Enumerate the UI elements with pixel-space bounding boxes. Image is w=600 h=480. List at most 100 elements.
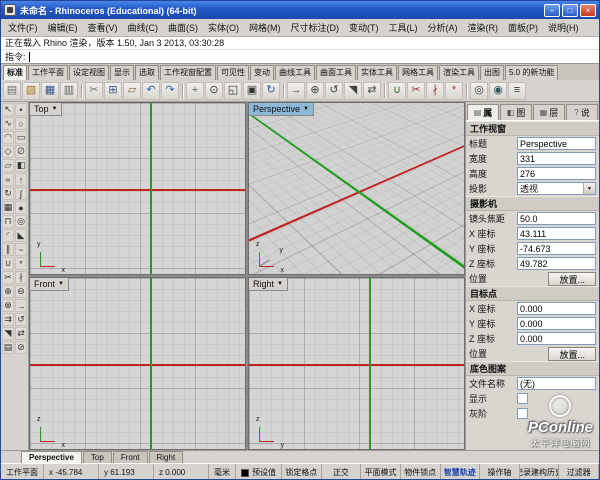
pane-ortho[interactable]: 正交 — [322, 464, 362, 479]
hide-tool-icon[interactable]: ⊘ — [15, 341, 27, 354]
maximize-button[interactable]: □ — [562, 3, 578, 17]
wallpaper-show-checkbox[interactable] — [517, 393, 528, 404]
split-tool-icon[interactable]: ∤ — [15, 271, 27, 284]
surface-tool-icon[interactable]: ▱ — [2, 159, 14, 172]
camera-y-input[interactable] — [517, 242, 596, 255]
extrude-tool-icon[interactable]: ↑ — [15, 173, 27, 186]
close-button[interactable]: × — [580, 3, 596, 17]
save-file-icon[interactable]: ▦ — [41, 81, 59, 100]
toolbar-icon[interactable] — [382, 82, 387, 100]
point-tool-icon[interactable]: • — [15, 103, 27, 116]
trim-tool-icon[interactable]: ✂ — [2, 271, 14, 284]
explode-tool-icon[interactable]: * — [15, 257, 27, 270]
target-place-button[interactable]: 放置... — [548, 346, 596, 361]
viewport-tab[interactable]: Top — [82, 451, 112, 463]
open-file-icon[interactable]: ▧ — [22, 81, 40, 100]
toolbar-tab[interactable]: 变动 — [250, 65, 274, 80]
toolbar-icon[interactable] — [464, 82, 469, 100]
menu-item[interactable]: 曲线(C) — [123, 19, 164, 36]
split-icon[interactable]: ∤ — [426, 81, 444, 100]
command-line[interactable]: 指令: — [1, 50, 599, 64]
viewport-height-input[interactable] — [517, 167, 596, 180]
rotate-icon[interactable]: ↺ — [325, 81, 343, 100]
render-icon[interactable]: ◉ — [489, 81, 507, 100]
object-snap-icon[interactable]: ◎ — [470, 81, 488, 100]
blend-tool-icon[interactable]: ~ — [15, 243, 27, 256]
viewport-top-title[interactable]: Top ▼ — [30, 103, 63, 116]
explode-icon[interactable]: * — [445, 81, 463, 100]
menu-item[interactable]: 尺寸标注(D) — [286, 19, 345, 36]
paste-icon[interactable]: ▱ — [123, 81, 141, 100]
boolean-difference-tool-icon[interactable]: ⊖ — [15, 285, 27, 298]
projection-select[interactable]: 透视 ▼ — [517, 182, 596, 195]
scale-tool-icon[interactable]: ◥ — [2, 327, 14, 340]
target-z-input[interactable] — [517, 332, 596, 345]
box-tool-icon[interactable]: ▦ — [2, 201, 14, 214]
print-icon[interactable]: ▥ — [60, 81, 78, 100]
toolbar-tab[interactable]: 设定视图 — [69, 65, 109, 80]
boolean-union-tool-icon[interactable]: ⊕ — [2, 285, 14, 298]
trim-icon[interactable]: ✂ — [407, 81, 425, 100]
move-icon[interactable]: → — [287, 81, 305, 100]
viewport-perspective-title[interactable]: Perspective ▼ — [249, 103, 314, 116]
menu-item[interactable]: 网格(M) — [244, 19, 286, 36]
scale-icon[interactable]: ◥ — [344, 81, 362, 100]
join-icon[interactable]: ∪ — [388, 81, 406, 100]
toolbar-tab[interactable]: 可见性 — [217, 65, 249, 80]
cplane-selector[interactable]: 工作平面 — [1, 464, 44, 479]
toolbar-tab[interactable]: 曲线工具 — [275, 65, 315, 80]
pane-history[interactable]: 记录建构历史 — [520, 464, 560, 479]
toolbar-tab[interactable]: 出图 — [480, 65, 504, 80]
toolbar-tab[interactable]: 渲染工具 — [439, 65, 479, 80]
circle-tool-icon[interactable]: ○ — [15, 117, 27, 130]
properties-icon[interactable]: ≡ — [508, 81, 526, 100]
toolbar-icon[interactable] — [79, 82, 84, 100]
toolbar-icon[interactable] — [180, 82, 185, 100]
minimize-button[interactable]: – — [544, 3, 560, 17]
menu-item[interactable]: 说明(H) — [543, 19, 584, 36]
polygon-tool-icon[interactable]: ◇ — [2, 145, 14, 158]
copy-tool-icon[interactable]: ⇉ — [2, 313, 14, 326]
toolbar-tab[interactable]: 工作视窗配置 — [160, 65, 216, 80]
curve-tool-icon[interactable]: ∿ — [2, 117, 14, 130]
viewport-front-title[interactable]: Front ▼ — [30, 278, 69, 291]
select-tool-icon[interactable]: ↖ — [2, 103, 14, 116]
viewport-tab[interactable]: Front — [112, 451, 148, 463]
zoom-extents-icon[interactable]: ▣ — [243, 81, 261, 100]
cylinder-tool-icon[interactable]: ⊓ — [2, 215, 14, 228]
toolbar-tab[interactable]: 显示 — [110, 65, 134, 80]
menu-item[interactable]: 工具(L) — [384, 19, 423, 36]
mirror-icon[interactable]: ⇄ — [363, 81, 381, 100]
toolbar-tab[interactable]: 实体工具 — [357, 65, 397, 80]
copy-object-icon[interactable]: ⊕ — [306, 81, 324, 100]
cut-icon[interactable]: ✂ — [85, 81, 103, 100]
menu-item[interactable]: 曲面(S) — [163, 19, 203, 36]
pan-view-icon[interactable]: + — [186, 81, 204, 100]
panel-tab-properties[interactable]: ▤ 属 — [467, 104, 499, 120]
toolbar-tab[interactable]: 工作平面 — [28, 65, 68, 80]
focal-length-input[interactable] — [517, 212, 596, 225]
arc-tool-icon[interactable]: ◠ — [2, 131, 14, 144]
sphere-tool-icon[interactable]: ● — [15, 201, 27, 214]
pane-smarttrack[interactable]: 智慧轨迹 — [441, 464, 481, 479]
mirror-tool-icon[interactable]: ⇄ — [15, 327, 27, 340]
zoom-dynamic-icon[interactable]: ⊙ — [205, 81, 223, 100]
menu-item[interactable]: 编辑(E) — [43, 19, 83, 36]
menu-item[interactable]: 面板(P) — [503, 19, 543, 36]
toolbar-tab[interactable]: 5.0 的新功能 — [505, 65, 559, 80]
layer-selector[interactable]: 预设值 — [236, 464, 282, 479]
join-tool-icon[interactable]: ∪ — [2, 257, 14, 270]
move-tool-icon[interactable]: → — [15, 299, 27, 312]
loft-tool-icon[interactable]: ≈ — [2, 173, 14, 186]
copy-icon[interactable]: ⊞ — [104, 81, 122, 100]
menu-item[interactable]: 实体(O) — [203, 19, 244, 36]
rotate-tool-icon[interactable]: ↺ — [15, 313, 27, 326]
new-file-icon[interactable]: ▤ — [3, 81, 21, 100]
menu-item[interactable]: 渲染(R) — [463, 19, 504, 36]
pane-grid-snap[interactable]: 锁定格点 — [282, 464, 322, 479]
viewport-right[interactable]: Right ▼ z y — [248, 277, 465, 450]
toolbar-icon[interactable] — [281, 82, 286, 100]
rotate-view-icon[interactable]: ↻ — [262, 81, 280, 100]
toolbar-tab[interactable]: 标准 — [3, 65, 27, 80]
pipe-tool-icon[interactable]: ◎ — [15, 215, 27, 228]
